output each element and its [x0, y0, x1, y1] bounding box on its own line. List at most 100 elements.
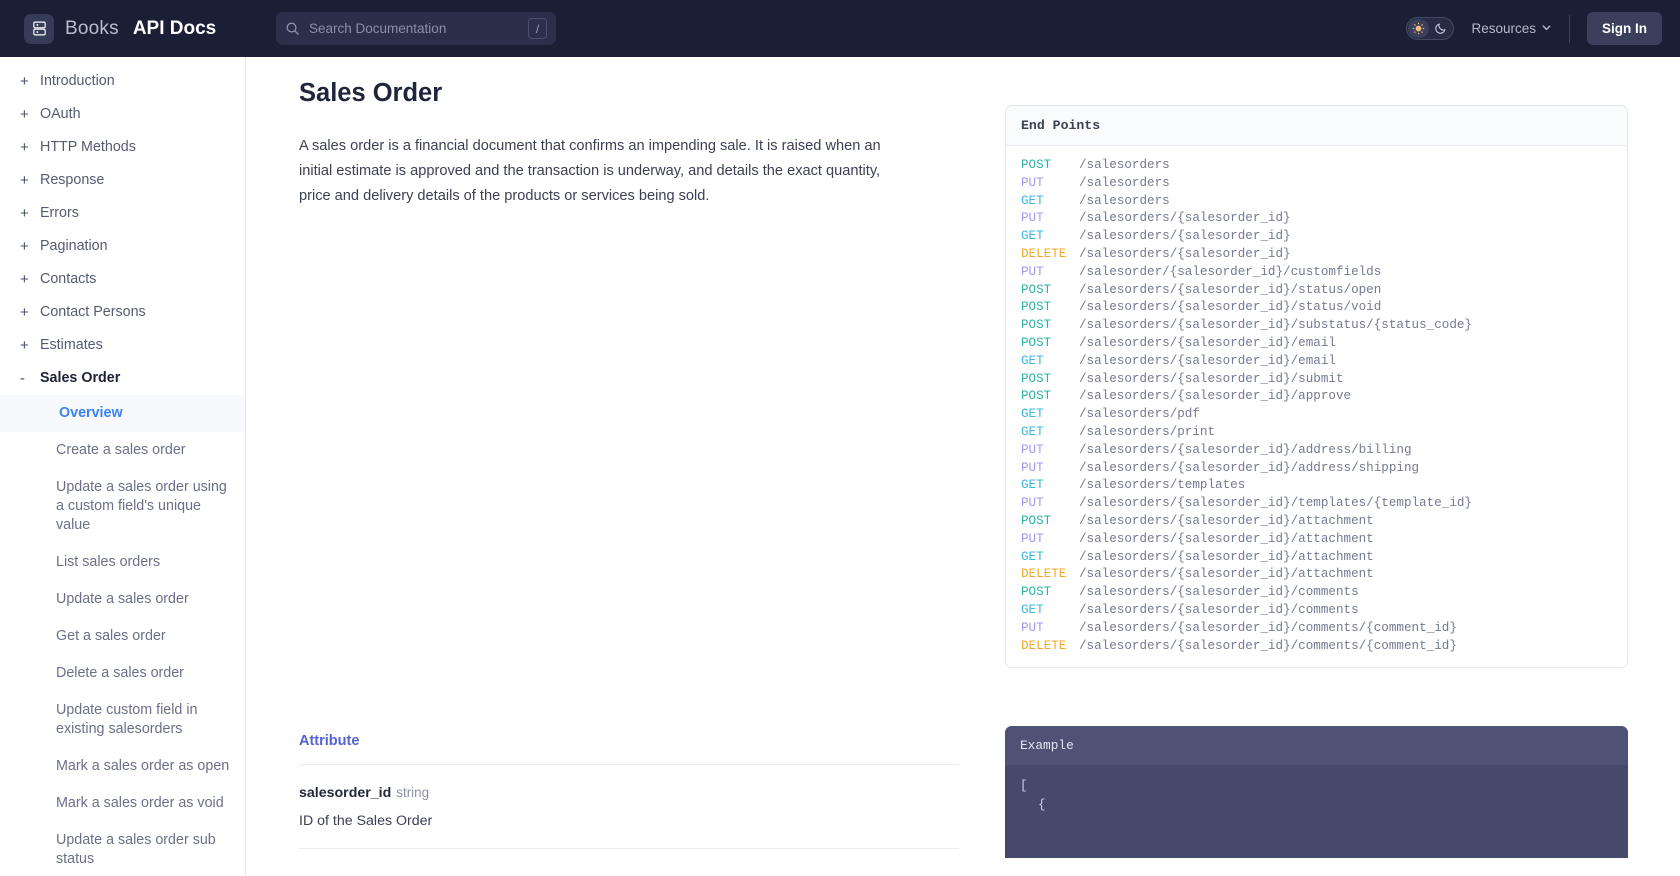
attribute-row: salesorder_id string ID of the Sales Orde…: [299, 765, 959, 829]
endpoint-row[interactable]: PUT/salesorders/{salesorder_id}: [1006, 210, 1627, 228]
sidebar-item-mark-as-open[interactable]: Mark a sales order as open: [0, 748, 245, 785]
endpoint-path: /salesorders/{salesorder_id}/attachment: [1079, 549, 1374, 564]
endpoint-row[interactable]: POST/salesorders/{salesorder_id}/comment…: [1006, 584, 1627, 602]
endpoint-row[interactable]: DELETE/salesorders/{salesorder_id}/attac…: [1006, 566, 1627, 584]
sidebar-item-label: Response: [40, 172, 105, 188]
endpoint-row[interactable]: POST/salesorders/{salesorder_id}/substat…: [1006, 317, 1627, 335]
attribute-name: salesorder_id: [299, 785, 392, 801]
moon-icon: [1434, 22, 1447, 40]
endpoint-row[interactable]: POST/salesorders/{salesorder_id}/approve: [1006, 388, 1627, 406]
search-box[interactable]: /: [276, 12, 556, 45]
sidebar-item-update-custom-field[interactable]: Update custom field in existing salesord…: [0, 692, 245, 748]
sidebar-item-list-sales-orders[interactable]: List sales orders: [0, 544, 245, 581]
intro-paragraph: A sales order is a financial document th…: [299, 138, 881, 204]
search-input[interactable]: [300, 21, 528, 36]
sidebar-item-label: Errors: [40, 205, 79, 221]
resources-menu[interactable]: Resources: [1471, 21, 1552, 36]
attribute-description: ID of the Sales Order: [299, 813, 433, 829]
endpoint-row[interactable]: POST/salesorders/{salesorder_id}/submit: [1006, 371, 1627, 389]
sidebar-item-label: OAuth: [40, 106, 81, 122]
sidebar-item-label: Contacts: [40, 271, 97, 287]
resources-label: Resources: [1471, 21, 1536, 36]
sidebar-item-update-a-sales-order[interactable]: Update a sales order: [0, 581, 245, 618]
endpoint-row[interactable]: DELETE/salesorders/{salesorder_id}/comme…: [1006, 638, 1627, 656]
minus-icon: -: [20, 370, 25, 387]
endpoint-row[interactable]: POST/salesorders: [1006, 157, 1627, 175]
sidebar-item-response[interactable]: + Response: [0, 164, 245, 197]
sidebar-item-overview[interactable]: Overview: [0, 395, 245, 432]
plus-icon: +: [20, 271, 29, 288]
endpoint-row[interactable]: PUT/salesorders/{salesorder_id}/template…: [1006, 495, 1627, 513]
brand-api-label: API Docs: [132, 17, 217, 39]
endpoint-row[interactable]: GET/salesorders: [1006, 193, 1627, 211]
search-icon: [285, 21, 300, 36]
endpoint-row[interactable]: PUT/salesorders/{salesorder_id}/address/…: [1006, 442, 1627, 460]
endpoint-path: /salesorders/{salesorder_id}/attachment: [1079, 531, 1374, 546]
theme-toggle[interactable]: [1406, 17, 1455, 40]
sidebar-item-label: Pagination: [40, 238, 108, 254]
plus-icon: +: [20, 238, 29, 255]
sidebar-item-oauth[interactable]: + OAuth: [0, 98, 245, 131]
endpoint-method: POST: [1021, 335, 1052, 350]
sidebar-item-estimates[interactable]: + Estimates: [0, 329, 245, 362]
top-header: Books API Docs /: [0, 0, 1680, 57]
sidebar-item-delete-a-sales-order[interactable]: Delete a sales order: [0, 655, 245, 692]
endpoint-method: POST: [1021, 158, 1052, 172]
sidebar-item-http-methods[interactable]: + HTTP Methods: [0, 131, 245, 164]
sidebar-item-create-a-sales-order[interactable]: Create a sales order: [0, 432, 245, 469]
endpoint-row[interactable]: GET/salesorders/{salesorder_id}: [1006, 228, 1627, 246]
endpoint-row[interactable]: DELETE/salesorders/{salesorder_id}: [1006, 246, 1627, 264]
sidebar-item-get-a-sales-order[interactable]: Get a sales order: [0, 618, 245, 655]
endpoint-row[interactable]: PUT/salesorders: [1006, 175, 1627, 193]
sign-in-button[interactable]: Sign In: [1587, 12, 1662, 45]
endpoint-row[interactable]: GET/salesorders/templates: [1006, 477, 1627, 495]
brand[interactable]: Books API Docs: [0, 13, 246, 44]
endpoint-row[interactable]: PUT/salesorder/{salesorder_id}/customfie…: [1006, 264, 1627, 282]
plus-icon: +: [20, 139, 29, 156]
sidebar-item-update-using-custom-field[interactable]: Update a sales order using a custom fiel…: [0, 469, 245, 544]
endpoint-row[interactable]: POST/salesorders/{salesorder_id}/status/…: [1006, 282, 1627, 300]
endpoint-row[interactable]: PUT/salesorders/{salesorder_id}/address/…: [1006, 460, 1627, 478]
endpoint-path: /salesorders/pdf: [1079, 407, 1200, 422]
endpoint-row[interactable]: GET/salesorders/print: [1006, 424, 1627, 442]
plus-icon: +: [20, 73, 29, 90]
endpoint-path: /salesorders/{salesorder_id}/email: [1079, 335, 1336, 350]
sidebar[interactable]: + Introduction + OAuth + HTTP Methods + …: [0, 57, 246, 876]
endpoint-row[interactable]: POST/salesorders/{salesorder_id}/status/…: [1006, 299, 1627, 317]
endpoint-row[interactable]: PUT/salesorders/{salesorder_id}/attachme…: [1006, 531, 1627, 549]
endpoint-row[interactable]: PUT/salesorders/{salesorder_id}/comments…: [1006, 620, 1627, 638]
example-title: Example: [1005, 726, 1628, 766]
sidebar-item-label: Contact Persons: [40, 304, 146, 320]
endpoint-method: POST: [1021, 371, 1052, 386]
endpoint-path: /salesorders/{salesorder_id}/comments/{c…: [1079, 620, 1457, 635]
sidebar-item-update-sub-status[interactable]: Update a sales order sub status: [0, 822, 245, 876]
brand-books-label: Books: [65, 17, 119, 39]
endpoint-row[interactable]: GET/salesorders/{salesorder_id}/email: [1006, 353, 1627, 371]
endpoint-row[interactable]: POST/salesorders/{salesorder_id}/attachm…: [1006, 513, 1627, 531]
example-card: Example [ {: [1005, 726, 1628, 859]
sidebar-item-errors[interactable]: + Errors: [0, 197, 245, 230]
endpoint-row[interactable]: GET/salesorders/{salesorder_id}/comments: [1006, 602, 1627, 620]
header-actions: Resources Sign In: [1406, 0, 1662, 57]
sidebar-item-contact-persons[interactable]: + Contact Persons: [0, 296, 245, 329]
endpoint-path: /salesorders/{salesorder_id}/address/bil…: [1079, 442, 1412, 457]
endpoint-path: /salesorders: [1079, 193, 1170, 208]
sidebar-item-introduction[interactable]: + Introduction: [0, 65, 245, 98]
endpoint-method: GET: [1021, 549, 1044, 564]
sidebar-item-pagination[interactable]: + Pagination: [0, 230, 245, 263]
sidebar-item-label: Sales Order: [40, 370, 121, 386]
sidebar-item-sales-order[interactable]: - Sales Order: [0, 362, 245, 395]
endpoint-row[interactable]: GET/salesorders/pdf: [1006, 406, 1627, 424]
sidebar-item-mark-as-void[interactable]: Mark a sales order as void: [0, 785, 245, 822]
attribute-heading: Attribute: [299, 733, 360, 749]
endpoint-row[interactable]: POST/salesorders/{salesorder_id}/email: [1006, 335, 1627, 353]
endpoints-title: End Points: [1006, 106, 1627, 146]
sidebar-item-contacts[interactable]: + Contacts: [0, 263, 245, 296]
endpoint-row[interactable]: GET/salesorders/{salesorder_id}/attachme…: [1006, 549, 1627, 567]
endpoint-method: PUT: [1021, 620, 1044, 635]
sidebar-top-sections: + Introduction + OAuth + HTTP Methods + …: [0, 65, 245, 876]
sidebar-item-label: HTTP Methods: [40, 139, 136, 155]
endpoint-path: /salesorders/{salesorder_id}: [1079, 246, 1291, 261]
example-code: [ {: [1005, 765, 1628, 858]
endpoint-path: /salesorders/{salesorder_id}/comments/{c…: [1079, 638, 1457, 653]
